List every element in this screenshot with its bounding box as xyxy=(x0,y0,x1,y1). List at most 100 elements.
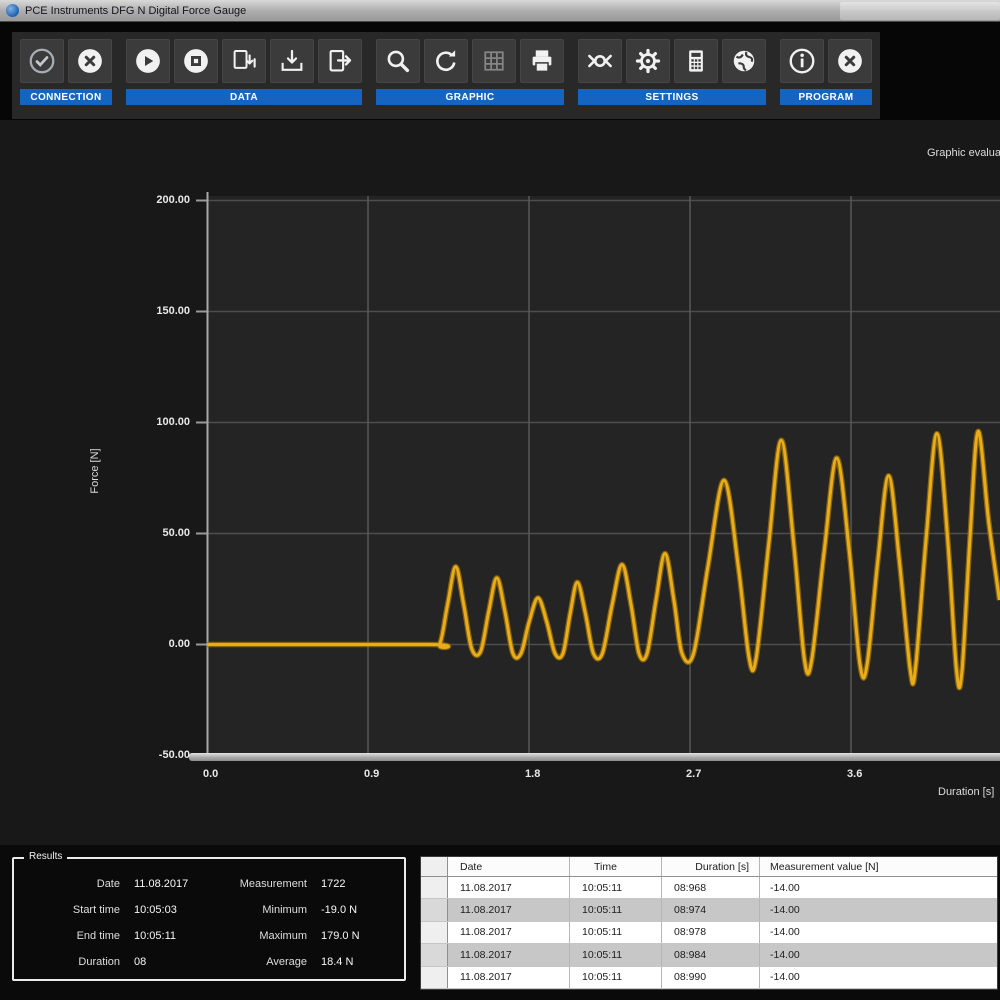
app-icon xyxy=(6,4,19,17)
table-cell: 10:05:11 xyxy=(570,921,662,944)
column-header-date[interactable]: Date xyxy=(448,857,570,876)
result-value: 11.08.2017 xyxy=(134,877,189,890)
x-tick-label: 0.9 xyxy=(364,768,380,780)
export-data-button[interactable] xyxy=(318,39,362,83)
connect-button[interactable] xyxy=(20,39,64,83)
table-row[interactable]: 11.08.2017 10:05:11 08:990 -14.00 xyxy=(421,966,997,989)
x-tick-label: 2.7 xyxy=(686,768,702,780)
column-header-duration[interactable]: Duration [s] xyxy=(662,857,760,876)
table-cell: 10:05:11 xyxy=(570,877,662,899)
x-axis-label: Duration [s] xyxy=(938,786,995,798)
x-circle-icon xyxy=(838,49,862,73)
table-cell: 10:05:11 xyxy=(570,899,662,921)
x-tick-label: 1.8 xyxy=(525,768,541,780)
table-row[interactable]: 11.08.2017 10:05:11 08:984 -14.00 xyxy=(421,944,997,967)
measurement-table: Date Time Duration [s] Measurement value… xyxy=(420,856,998,990)
info-button[interactable] xyxy=(780,39,824,83)
y-tick-label: 100.00 xyxy=(156,415,190,428)
read-data-button[interactable] xyxy=(126,39,170,83)
table-row[interactable]: 11.08.2017 10:05:11 08:974 -14.00 xyxy=(421,899,997,922)
y-tick-label: -50.00 xyxy=(158,748,190,761)
result-label: End time xyxy=(76,929,120,942)
results-groupbox: Results Date 11.08.2017 Start time 10:05:0… xyxy=(12,851,406,981)
toolbar-group-connection: CONNECTION xyxy=(20,39,112,119)
titlebar[interactable]: PCE Instruments DFG N Digital Force Gaug… xyxy=(0,0,1000,22)
table-cell: -14.00 xyxy=(770,948,800,961)
column-header-time[interactable]: Time xyxy=(570,857,662,876)
table-cell: 11.08.2017 xyxy=(448,921,570,944)
printer-icon xyxy=(532,50,552,73)
globe-icon xyxy=(733,50,755,72)
grid-icon xyxy=(484,51,504,71)
table-cell: 11.08.2017 xyxy=(448,899,570,921)
row-selector xyxy=(421,899,448,921)
group-label-program: PROGRAM xyxy=(780,89,872,105)
table-row[interactable]: 11.08.2017 10:05:11 08:968 -14.00 xyxy=(421,877,997,900)
toolbar-panel: CONNECTION DATA GRAPHIC SETTINGS PROGRAM xyxy=(12,32,880,119)
row-selector xyxy=(421,966,448,988)
check-circle-icon xyxy=(29,48,55,74)
y-axis-label: Force [N] xyxy=(89,448,101,494)
results-right-column: Measurement 1722 Minimum -19.0 N Maximum 17… xyxy=(219,875,360,970)
exit-button[interactable] xyxy=(828,39,872,83)
magnifier-icon xyxy=(387,50,410,73)
column-header-measurement[interactable]: Measurement value [N] xyxy=(760,857,997,876)
toolbar-group-data: DATA xyxy=(126,39,362,119)
table-header-row: Date Time Duration [s] Measurement value… xyxy=(421,857,997,877)
x-tick-label: 0.0 xyxy=(203,768,219,780)
table-cell: 08:968 xyxy=(662,877,760,899)
table-cell: 10:05:11 xyxy=(570,944,662,966)
download-tray-icon xyxy=(281,49,303,71)
group-label-connection: CONNECTION xyxy=(20,89,112,105)
table-cell: 08:978 xyxy=(662,921,760,944)
result-label: Average xyxy=(266,955,307,968)
table-cell: -14.00 xyxy=(770,926,800,939)
result-label: Duration xyxy=(78,955,120,968)
bottom-panel: Results Date 11.08.2017 Start time 10:05:0… xyxy=(0,845,1000,1000)
group-label-graphic: GRAPHIC xyxy=(376,89,564,105)
result-value: 179.0 N xyxy=(321,929,360,942)
table-cell: 08:984 xyxy=(662,944,760,966)
y-tick-label: 200.00 xyxy=(156,193,190,206)
result-label: Maximum xyxy=(259,929,307,942)
toolbar: CONNECTION DATA GRAPHIC SETTINGS PROGRAM xyxy=(0,22,1000,120)
save-data-button[interactable] xyxy=(270,39,314,83)
group-label-data: DATA xyxy=(126,89,362,105)
zoom-button[interactable] xyxy=(376,39,420,83)
gear-icon xyxy=(635,48,661,74)
print-button[interactable] xyxy=(520,39,564,83)
results-title: Results xyxy=(24,851,68,862)
refresh-button[interactable] xyxy=(424,39,468,83)
table-cell: 10:05:11 xyxy=(570,966,662,988)
stop-circle-icon xyxy=(184,49,208,73)
disconnect-button[interactable] xyxy=(68,39,112,83)
result-value: 10:05:03 xyxy=(134,903,177,916)
table-cell: 11.08.2017 xyxy=(448,966,570,988)
info-circle-icon xyxy=(789,48,815,74)
row-selector xyxy=(421,877,448,899)
device-button[interactable] xyxy=(674,39,718,83)
x-circle-icon xyxy=(78,49,102,73)
com-port-button[interactable] xyxy=(578,39,622,83)
options-button[interactable] xyxy=(626,39,670,83)
chart-title: Graphic evaluation xyxy=(927,147,1000,159)
table-cell: -14.00 xyxy=(770,904,800,917)
language-button[interactable] xyxy=(722,39,766,83)
toolbar-group-settings: SETTINGS xyxy=(578,39,766,119)
stop-button[interactable] xyxy=(174,39,218,83)
table-cell: 11.08.2017 xyxy=(448,944,570,966)
result-value: 10:05:11 xyxy=(134,929,177,942)
chart-region: Graphic evaluation Force [N] Duration [s… xyxy=(0,120,1000,845)
y-tick-label: 50.00 xyxy=(162,526,190,539)
result-value: 08 xyxy=(134,955,147,968)
transfer-data-button[interactable] xyxy=(222,39,266,83)
x-axis-bar xyxy=(189,753,1000,761)
calculator-icon xyxy=(689,50,703,72)
document-export-icon xyxy=(329,49,352,72)
grid-button[interactable] xyxy=(472,39,516,83)
result-value: 1722 xyxy=(321,877,346,890)
table-row[interactable]: 11.08.2017 10:05:11 08:978 -14.00 xyxy=(421,921,997,945)
y-tick-label: 150.00 xyxy=(156,304,190,317)
table-cell: -14.00 xyxy=(770,881,800,894)
result-label: Start time xyxy=(72,903,120,916)
